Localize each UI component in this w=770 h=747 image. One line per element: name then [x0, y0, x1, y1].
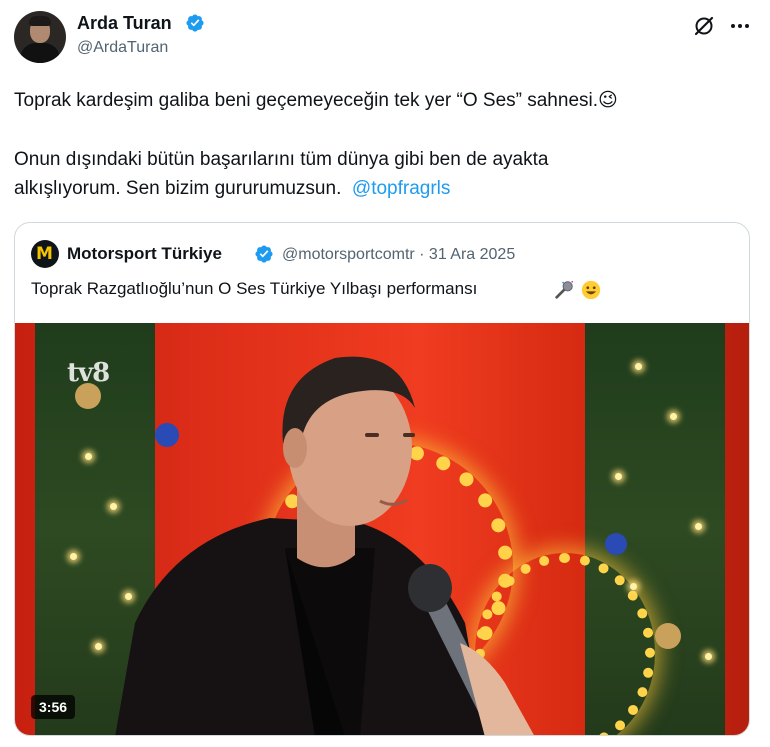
mention-link[interactable]: @topfragrls: [352, 178, 451, 199]
microphone-emoji-icon: [555, 280, 574, 299]
quoted-avatar-letter: M: [36, 244, 53, 264]
video-microphone: [408, 564, 534, 735]
tweet-text-line-3-content: alkışlıyorum. Sen bizim gururumuzsun.: [14, 178, 342, 199]
quoted-verified-badge-icon: [255, 245, 273, 263]
more-icon[interactable]: [728, 14, 752, 38]
author-handle[interactable]: @ArdaTuran: [77, 38, 168, 58]
quoted-handle-and-date[interactable]: @motorsportcomtr · 31 Ara 2025: [282, 244, 515, 266]
grok-icon[interactable]: [692, 14, 716, 38]
quoted-tweet-card[interactable]: M Motorsport Türkiye @motorsportcomtr · …: [14, 222, 750, 736]
video-duration-badge: 3:56: [31, 695, 76, 719]
smile-emoji-icon: [581, 280, 601, 300]
verified-badge-icon: [186, 14, 204, 32]
avatar-shirt: [20, 43, 60, 63]
tweet-text-line-2: Onun dışındaki bütün başarılarını tüm dü…: [14, 149, 549, 170]
quoted-author-avatar[interactable]: M: [31, 240, 59, 268]
tweet-text-line-1: Toprak kardeşim galiba beni geçemeyeceği…: [14, 90, 618, 111]
quoted-author-name[interactable]: Motorsport Türkiye: [67, 243, 222, 265]
video-player[interactable]: tv8 3:56: [15, 323, 749, 735]
author-avatar[interactable]: [14, 11, 66, 63]
tweet-text-line-3: alkışlıyorum. Sen bizim gururumuzsun. @t…: [14, 174, 450, 203]
quoted-tweet-text: Toprak Razgatlıoğlu’nun O Ses Türkiye Yı…: [31, 279, 478, 298]
author-display-name[interactable]: Arda Turan: [77, 12, 172, 34]
avatar-hair: [29, 16, 51, 26]
